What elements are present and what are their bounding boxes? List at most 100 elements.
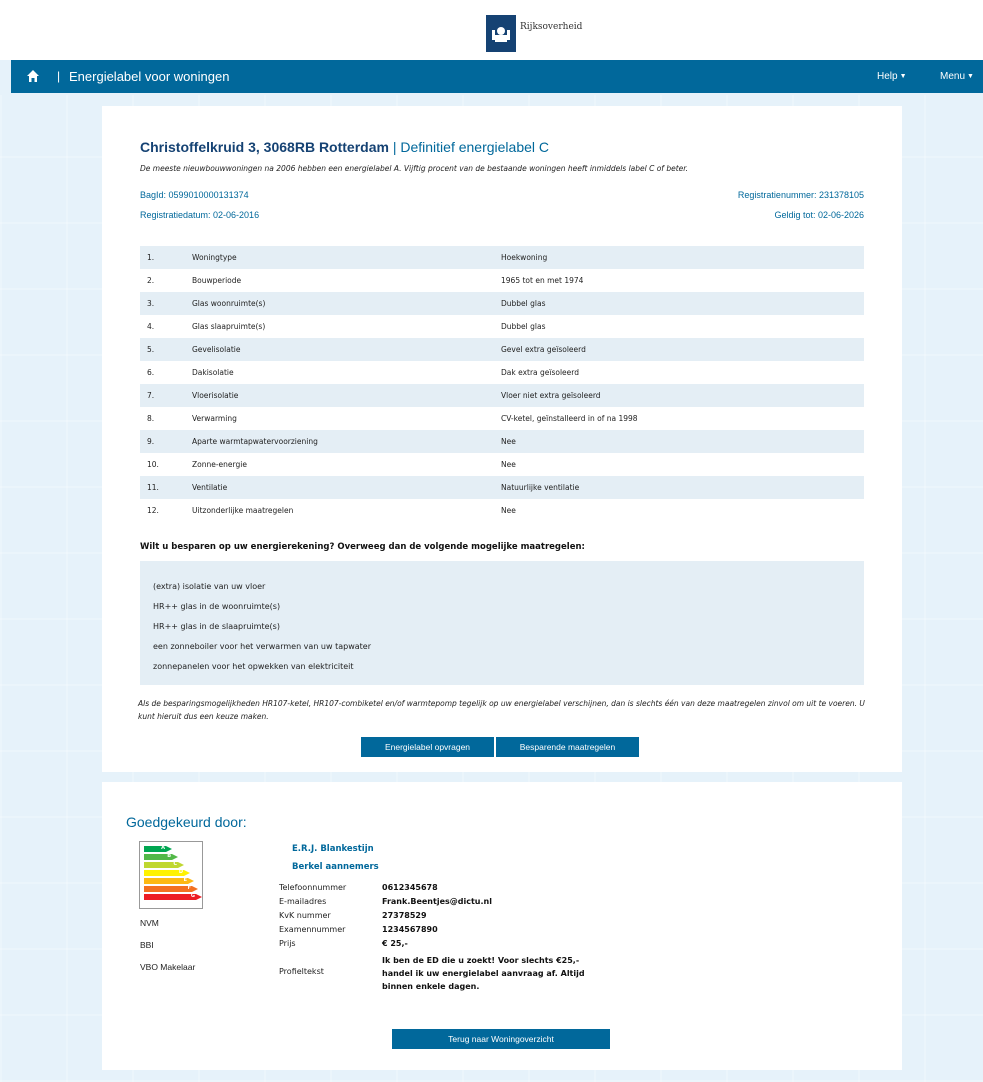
- table-row: 12. Uitzonderlijke maatregelen Nee: [140, 499, 864, 522]
- help-menu-label: Help: [877, 71, 898, 82]
- bagid: BagId: 0599010000131374: [140, 190, 249, 200]
- registration-number: Registratienummer: 231378105: [737, 190, 864, 200]
- exam-label: Examennummer: [279, 925, 346, 934]
- list-item: HR++ glas in de slaapruimte(s): [153, 622, 280, 631]
- label-status: Definitief energielabel C: [400, 139, 550, 155]
- row-number: 5.: [147, 345, 155, 354]
- row-value: Nee: [501, 460, 516, 469]
- phone-label: Telefoonnummer: [279, 883, 347, 892]
- advisor-company: Berkel aannemers: [292, 862, 379, 872]
- table-row: 7. Vloerisolatie Vloer niet extra geïsolee…: [140, 384, 864, 407]
- advice-question: Wilt u besparen op uw energierekening? O…: [140, 542, 585, 552]
- organisation-nvm: NVM: [140, 918, 159, 928]
- profile-value: Ik ben de ED die u zoekt! Voor slechts €…: [382, 956, 585, 991]
- energy-bar-g: G: [144, 893, 202, 900]
- kvk-value: 27378529: [382, 911, 427, 920]
- profile-label: Profieltekst: [279, 967, 324, 976]
- table-row: 3. Glas woonruimte(s) Dubbel glas: [140, 292, 864, 315]
- row-name: Aparte warmtapwatervoorziening: [192, 437, 318, 446]
- row-name: Verwarming: [192, 414, 237, 423]
- caret-down-icon: ▼: [967, 73, 974, 80]
- energy-class-b: B: [167, 853, 171, 859]
- organisation-vbo: VBO Makelaar: [140, 962, 196, 972]
- list-item: zonnepanelen voor het opwekken van elekt…: [153, 662, 354, 671]
- row-name: Woningtype: [192, 253, 237, 262]
- phone-value: 0612345678: [382, 883, 438, 892]
- row-number: 4.: [147, 322, 155, 331]
- list-item: HR++ glas in de woonruimte(s): [153, 602, 281, 611]
- row-number: 10.: [147, 460, 159, 469]
- energy-class-a: A: [161, 845, 165, 851]
- row-number: 12.: [147, 506, 159, 515]
- row-value: Vloer niet extra geïsoleerd: [501, 391, 601, 400]
- row-name: Dakisolatie: [192, 368, 234, 377]
- table-row: 9. Aparte warmtapwatervoorziening Nee: [140, 430, 864, 453]
- saving-measures-button[interactable]: Besparende maatregelen: [496, 737, 639, 757]
- row-name: Uitzonderlijke maatregelen: [192, 506, 294, 515]
- help-menu[interactable]: Help ▼: [877, 71, 907, 82]
- caret-down-icon: ▼: [899, 73, 907, 80]
- table-row: 5. Gevelisolatie Gevel extra geïsoleerd: [140, 338, 864, 361]
- row-name: Bouwperiode: [192, 276, 242, 285]
- rijksoverheid-emblem-icon: [486, 15, 516, 52]
- label-subtitle: De meeste nieuwbouwwoningen na 2006 hebb…: [140, 164, 689, 173]
- page-title: Christoffelkruid 3, 3068RB Rotterdam | D…: [140, 139, 549, 155]
- energy-label-card: Christoffelkruid 3, 3068RB Rotterdam | D…: [102, 106, 902, 772]
- energy-bar-d: D: [144, 869, 190, 876]
- price-label: Prijs: [279, 939, 296, 948]
- title-separator: |: [388, 139, 401, 155]
- top-navigation-bar: | Energielabel voor woningen Help ▼ Menu ▼: [11, 60, 983, 93]
- organisation-bbi: BBI: [140, 940, 154, 950]
- email-value: Frank.Beentjes@dictu.nl: [382, 897, 492, 906]
- row-number: 9.: [147, 437, 155, 446]
- energy-class-g: G: [190, 893, 195, 899]
- approved-by-card: Goedgekeurd door: A B C D E F G NVM BBI …: [102, 782, 902, 1070]
- row-number: 1.: [147, 253, 155, 262]
- row-number: 2.: [147, 276, 155, 285]
- home-icon[interactable]: [26, 68, 40, 82]
- advisor-name: E.R.J. Blankestijn: [292, 844, 374, 854]
- advice-list: (extra) isolatie van uw vloer HR++ glas …: [140, 561, 864, 685]
- table-row: 10. Zonne-energie Nee: [140, 453, 864, 476]
- table-row: 11. Ventilatie Natuurlijke ventilatie: [140, 476, 864, 499]
- valid-until: Geldig tot: 02-06-2026: [774, 210, 864, 220]
- advice-footnote: Als de besparingsmogelijkheden HR107-ket…: [138, 699, 865, 721]
- energy-class-e: E: [183, 877, 187, 883]
- energy-bar-b: B: [144, 853, 178, 860]
- list-item: (extra) isolatie van uw vloer: [153, 582, 266, 591]
- row-number: 11.: [147, 483, 159, 492]
- logo-bar: Rijksoverheid: [0, 0, 983, 60]
- features-table: 1. Woningtype Hoekwoning 2. Bouwperiode 1965…: [140, 246, 864, 522]
- main-menu[interactable]: Menu ▼: [940, 71, 974, 82]
- row-name: Vloerisolatie: [192, 391, 239, 400]
- list-item: een zonneboiler voor het verwarmen van u…: [153, 642, 371, 651]
- row-value: Natuurlijke ventilatie: [501, 483, 580, 492]
- registration-date: Registratiedatum: 02-06-2016: [140, 210, 260, 220]
- row-number: 7.: [147, 391, 155, 400]
- row-value: 1965 tot en met 1974: [501, 276, 584, 285]
- energy-class-c: C: [173, 861, 177, 867]
- row-value: Gevel extra geïsoleerd: [501, 345, 586, 354]
- row-number: 6.: [147, 368, 155, 377]
- price-value: € 25,-: [382, 939, 408, 948]
- energy-bar-f: F: [144, 885, 198, 892]
- row-number: 3.: [147, 299, 155, 308]
- energy-class-d: D: [178, 869, 183, 875]
- table-row: 4. Glas slaapruimte(s) Dubbel glas: [140, 315, 864, 338]
- table-row: 2. Bouwperiode 1965 tot en met 1974: [140, 269, 864, 292]
- back-to-overview-button[interactable]: Terug naar Woningoverzicht: [392, 1029, 610, 1049]
- exam-value: 1234567890: [382, 925, 438, 934]
- table-row: 1. Woningtype Hoekwoning: [140, 246, 864, 269]
- row-name: Ventilatie: [192, 483, 228, 492]
- row-name: Zonne-energie: [192, 460, 247, 469]
- row-value: Dubbel glas: [501, 322, 546, 331]
- topbar-separator: |: [57, 69, 61, 83]
- request-label-button[interactable]: Energielabel opvragen: [361, 737, 494, 757]
- address: Christoffelkruid 3, 3068RB Rotterdam: [140, 139, 389, 155]
- row-value: Dubbel glas: [501, 299, 546, 308]
- row-name: Gevelisolatie: [192, 345, 241, 354]
- energy-class-f: F: [187, 885, 191, 891]
- row-value: Nee: [501, 437, 516, 446]
- kvk-label: KvK nummer: [279, 911, 331, 920]
- app-title[interactable]: Energielabel voor woningen: [69, 69, 229, 84]
